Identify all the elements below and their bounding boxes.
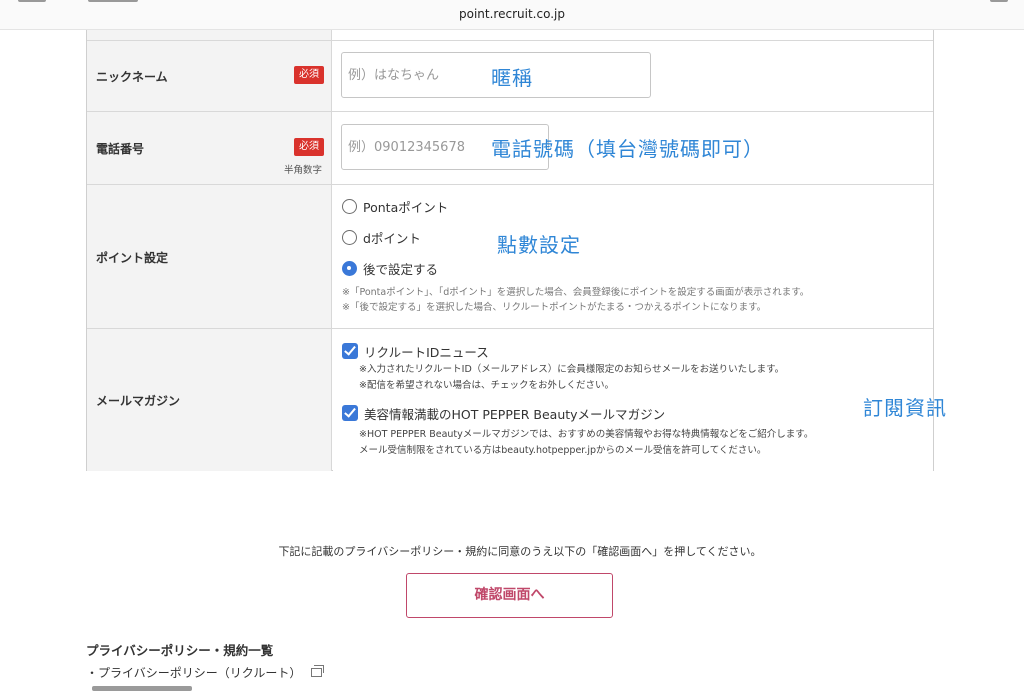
url-text: point.recruit.co.jp — [459, 7, 565, 21]
hot-pepper-note: メール受信制限をされている方はbeauty.hotpepper.jpからのメール… — [359, 445, 767, 456]
mail-annotation: 訂閱資訊 — [863, 396, 947, 420]
privacy-policy-link[interactable]: ・プライバシーポリシー（リクルート） — [86, 664, 325, 681]
registration-form-table: ニックネーム 必須 暱稱 電話番号 必須 半角数字 電話號碼（填台灣號碼即可） … — [86, 30, 946, 471]
recruit-news-note: ※配信を希望されない場合は、チェックをお外しください。 — [359, 380, 614, 391]
privacy-policy-link-text[interactable]: ・プライバシーポリシー（リクルート） — [86, 664, 301, 681]
consent-text: 下記に記載のプライバシーポリシー・規約に同意のうえ以下の「確認画面へ」を押してく… — [278, 545, 762, 558]
value-cell: リクルートIDニュース ※入力されたリクルートID（メールアドレス）に会員様限定… — [333, 329, 946, 471]
label-cell: 電話番号 必須 半角数字 — [87, 112, 332, 184]
radio-icon[interactable] — [342, 198, 357, 214]
checkbox-checked-icon[interactable] — [342, 343, 358, 359]
label-cell — [87, 30, 332, 40]
form-row-points: ポイント設定 Pontaポイント dポイント 後で設定する 點數設定 ※「Pon… — [87, 184, 933, 328]
toolbar-fragment — [88, 0, 138, 2]
points-label: ポイント設定 — [96, 251, 169, 265]
value-cell: Pontaポイント dポイント 後で設定する 點數設定 ※「Pontaポイント」… — [333, 185, 933, 328]
radio-set-later[interactable]: 後で設定する — [342, 259, 438, 277]
phone-annotation: 電話號碼（填台灣號碼即可） — [491, 137, 764, 161]
label-cell: ポイント設定 — [87, 185, 332, 328]
nickname-annotation: 暱稱 — [491, 66, 533, 90]
form-row-phone: 電話番号 必須 半角数字 電話號碼（填台灣號碼即可） — [87, 111, 933, 184]
points-note: ※「Pontaポイント」、「dポイント」を選択した場合、会員登録後にポイントを設… — [342, 287, 810, 298]
policy-heading: プライバシーポリシー・規約一覧 — [86, 643, 274, 658]
radio-ponta-label: Pontaポイント — [363, 199, 449, 215]
phone-hint: 半角数字 — [284, 165, 323, 176]
checkbox-recruit-news[interactable]: リクルートIDニュース — [342, 342, 489, 360]
checkbox-checked-icon[interactable] — [342, 405, 358, 421]
points-annotation: 點數設定 — [497, 233, 581, 257]
radio-selected-icon[interactable] — [342, 260, 357, 276]
mail-label: メールマガジン — [96, 394, 181, 408]
value-cell: 暱稱 — [333, 41, 933, 111]
required-badge: 必須 — [294, 66, 324, 84]
radio-d-point[interactable]: dポイント — [342, 228, 421, 246]
phone-label: 電話番号 — [96, 142, 145, 156]
radio-set-later-label: 後で設定する — [363, 261, 439, 277]
value-cell — [333, 30, 933, 40]
browser-url-bar[interactable]: point.recruit.co.jp — [0, 0, 1024, 30]
label-cell: ニックネーム 必須 — [87, 41, 332, 111]
hot-pepper-note: ※HOT PEPPER Beautyメールマガジンでは、おすすめの美容情報やお得… — [359, 429, 814, 440]
radio-d-point-label: dポイント — [363, 230, 421, 246]
checkbox-hot-pepper[interactable]: 美容情報満載のHOT PEPPER Beautyメールマガジン — [342, 404, 665, 422]
external-link-icon — [311, 665, 325, 677]
required-badge: 必須 — [294, 138, 324, 156]
toolbar-fragment — [18, 0, 46, 2]
points-note: ※「後で設定する」を選択した場合、リクルートポイントがたまる・つかえるポイントに… — [342, 302, 767, 313]
value-cell: 電話號碼（填台灣號碼即可） — [333, 112, 933, 184]
nickname-label: ニックネーム — [96, 70, 168, 84]
recruit-news-note: ※入力されたリクルートID（メールアドレス）に会員様限定のお知らせメールをお送り… — [359, 364, 785, 375]
form-row-mail-magazine: メールマガジン リクルートIDニュース ※入力されたリクルートID（メールアドレ… — [87, 328, 946, 471]
next-link-partial[interactable] — [92, 686, 192, 691]
hot-pepper-label: 美容情報満載のHOT PEPPER Beautyメールマガジン — [364, 406, 666, 422]
toolbar-fragment — [990, 0, 1008, 2]
radio-ponta[interactable]: Pontaポイント — [342, 197, 448, 215]
radio-icon[interactable] — [342, 229, 357, 245]
confirm-screen-button[interactable]: 確認画面へ — [406, 573, 613, 618]
recruit-news-label: リクルートIDニュース — [364, 344, 489, 360]
form-row-nickname: ニックネーム 必須 暱稱 — [87, 40, 933, 111]
form-row-previous — [87, 30, 933, 40]
label-cell: メールマガジン — [87, 329, 332, 471]
